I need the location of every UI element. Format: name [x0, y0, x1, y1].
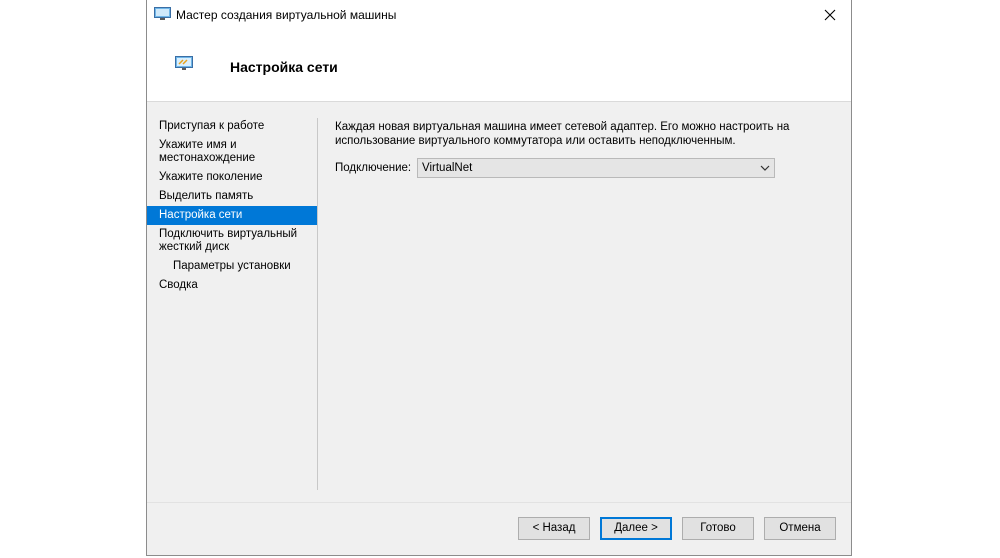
close-icon — [824, 9, 836, 21]
connection-row: Подключение: VirtualNet — [335, 158, 775, 178]
step-generation[interactable]: Укажите поколение — [147, 168, 317, 187]
window-title: Мастер создания виртуальной машины — [176, 8, 397, 22]
footer-divider — [147, 502, 851, 503]
monitor-icon — [154, 7, 171, 20]
wizard-window: Мастер создания виртуальной машины Настр… — [146, 0, 852, 556]
step-virtual-disk[interactable]: Подключить виртуальный жесткий диск — [147, 225, 317, 257]
title-bar: Мастер создания виртуальной машины — [147, 0, 851, 30]
back-button[interactable]: < Назад — [518, 517, 590, 540]
step-name-location[interactable]: Укажите имя и местонахождение — [147, 136, 317, 168]
connection-selected-value: VirtualNet — [422, 162, 473, 174]
step-description: Каждая новая виртуальная машина имеет се… — [335, 121, 790, 147]
step-install-options[interactable]: Параметры установки — [147, 257, 317, 276]
step-networking[interactable]: Настройка сети — [147, 206, 317, 225]
connection-select[interactable]: VirtualNet — [417, 158, 775, 178]
network-adapter-icon — [175, 56, 193, 70]
page-title: Настройка сети — [230, 59, 338, 75]
wizard-steps: Приступая к работе Укажите имя и местона… — [147, 117, 317, 295]
finish-button[interactable]: Готово — [682, 517, 754, 540]
step-getting-started[interactable]: Приступая к работе — [147, 117, 317, 136]
next-button[interactable]: Далее > — [600, 517, 672, 540]
cancel-button[interactable]: Отмена — [764, 517, 836, 540]
step-summary[interactable]: Сводка — [147, 276, 317, 295]
wizard-header: Настройка сети — [147, 30, 851, 102]
chevron-down-icon — [760, 165, 770, 171]
step-memory[interactable]: Выделить память — [147, 187, 317, 206]
step-content: Каждая новая виртуальная машина имеет се… — [335, 121, 805, 178]
nav-divider — [317, 118, 318, 490]
connection-label: Подключение: — [335, 162, 412, 174]
close-button[interactable] — [809, 0, 851, 30]
